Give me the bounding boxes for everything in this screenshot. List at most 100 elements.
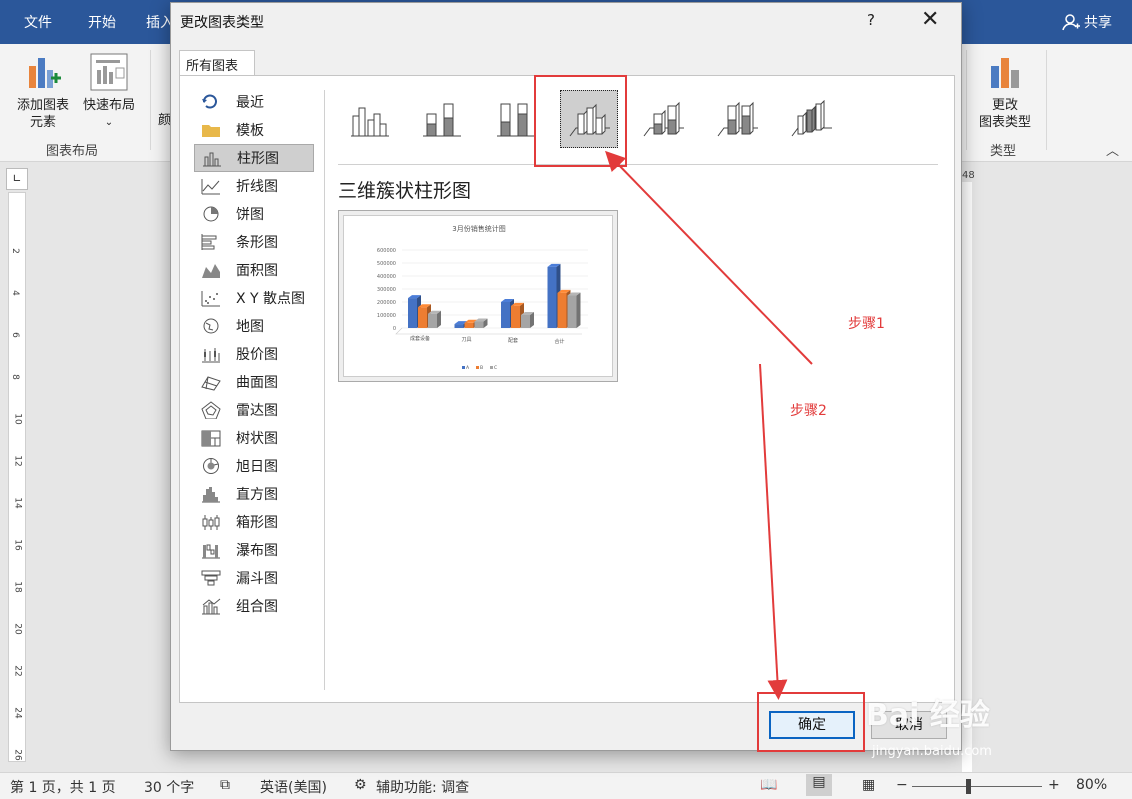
line-chart-icon xyxy=(201,179,220,195)
preview-chart-title: 3月份销售统计图 xyxy=(452,224,505,233)
preview-ytick: 600000 xyxy=(377,248,396,254)
step2-label: 步骤2 xyxy=(790,403,827,419)
sunburst-chart-icon xyxy=(203,458,219,474)
zoom-in-icon[interactable]: + xyxy=(1048,777,1060,793)
subtype-3d-column[interactable] xyxy=(782,90,840,148)
person-icon xyxy=(1062,14,1080,31)
category-label: 柱形图 xyxy=(237,151,279,167)
print-layout-icon[interactable]: ▤ xyxy=(806,774,832,796)
preview-legend-swatch xyxy=(476,366,479,369)
quick-layout-button[interactable]: 快速布局 ⌄ xyxy=(76,52,142,131)
preview-category-label: 配套 xyxy=(508,337,518,344)
category-item-radar-chart[interactable]: 雷达图 xyxy=(194,396,314,424)
chart-subtype-name: 三维簇状柱形图 xyxy=(338,180,472,202)
document-area-right: 48 xyxy=(962,162,1132,772)
share-button[interactable]: 共享 xyxy=(1062,12,1112,32)
menu-file[interactable]: 文件 xyxy=(24,12,52,32)
category-item-folder[interactable]: 模板 xyxy=(194,116,314,144)
preview-ytick: 100000 xyxy=(377,313,396,319)
category-item-sunburst-chart[interactable]: 旭日图 xyxy=(194,452,314,480)
ruler-number: 4 xyxy=(9,290,20,296)
close-icon[interactable]: ✕ xyxy=(921,7,939,32)
tab-selector[interactable]: ∟ xyxy=(6,168,28,190)
right-ruler-number: 48 xyxy=(962,170,975,181)
3d-clustered-column-icon xyxy=(569,103,610,137)
menu-home[interactable]: 开始 xyxy=(88,12,116,32)
preview-legend-label: C xyxy=(494,365,497,371)
preview-category-label: 刀具 xyxy=(461,337,471,343)
category-item-box-chart[interactable]: 箱形图 xyxy=(194,508,314,536)
category-item-histogram-chart[interactable]: 直方图 xyxy=(194,480,314,508)
status-page[interactable]: 第 1 页，共 1 页 xyxy=(10,777,116,797)
preview-chart-svg: 3月份销售统计图 600000 500000 400000 300000 200000 1… xyxy=(377,224,588,371)
category-item-area-chart[interactable]: 面积图 xyxy=(194,256,314,284)
category-item-column-chart[interactable]: 柱形图 xyxy=(194,144,314,172)
web-layout-icon[interactable]: ▦ xyxy=(862,777,875,793)
category-label: 模板 xyxy=(236,123,264,139)
ok-button[interactable]: 确定 xyxy=(769,711,855,739)
box-chart-icon xyxy=(202,515,220,530)
read-mode-icon[interactable]: 📖 xyxy=(760,777,777,793)
add-chart-element-button[interactable]: 添加图表 元素 xyxy=(10,52,76,131)
zoom-level[interactable]: 80% xyxy=(1076,777,1107,793)
ruler-number: 12 xyxy=(12,455,23,467)
status-language[interactable]: 英语(美国) xyxy=(260,777,327,797)
tab-all-charts[interactable]: 所有图表 xyxy=(179,50,255,76)
pie-chart-icon xyxy=(203,206,219,222)
category-label: 饼图 xyxy=(236,207,264,223)
category-label: 漏斗图 xyxy=(236,571,278,587)
category-item-treemap-chart[interactable]: 树状图 xyxy=(194,424,314,452)
category-label: 曲面图 xyxy=(236,375,278,391)
category-item-recent[interactable]: 最近 xyxy=(194,88,314,116)
chart-preview[interactable]: 3月份销售统计图 600000 500000 400000 300000 200000 1… xyxy=(338,210,618,382)
subtype-3d-stacked-column[interactable] xyxy=(634,90,692,148)
change-chart-type-button[interactable]: 更改 图表类型 xyxy=(972,52,1038,131)
category-item-line-chart[interactable]: 折线图 xyxy=(194,172,314,200)
histogram-chart-icon xyxy=(202,487,220,503)
help-icon[interactable]: ? xyxy=(867,11,875,29)
group-type: 类型 xyxy=(990,144,1017,159)
add-chart-element-label-2: 元素 xyxy=(29,115,56,130)
step1-label: 步骤1 xyxy=(848,316,885,332)
accessibility-icon[interactable]: ⚙ xyxy=(354,777,367,793)
subtype-3d-100-stacked-column[interactable] xyxy=(708,90,766,148)
preview-legend-label: A xyxy=(466,365,470,371)
collapse-ribbon-icon[interactable]: ︿ xyxy=(1106,140,1119,159)
category-item-bar-chart[interactable]: 条形图 xyxy=(194,228,314,256)
preview-ytick: 300000 xyxy=(377,287,396,293)
category-item-map-chart[interactable]: 地图 xyxy=(194,312,314,340)
subtype-clustered-column[interactable] xyxy=(340,90,398,148)
category-label: 雷达图 xyxy=(236,403,278,419)
zoom-slider-thumb[interactable] xyxy=(966,779,971,794)
zoom-out-icon[interactable]: − xyxy=(896,777,908,793)
vertical-ruler: ∟ 2 4 6 8 10 12 14 16 18 20 22 24 26 xyxy=(0,162,30,772)
zoom-slider[interactable] xyxy=(912,786,1042,787)
category-item-stock-chart[interactable]: 股价图 xyxy=(194,340,314,368)
category-label: 地图 xyxy=(236,319,264,335)
proofing-icon[interactable]: ⧉ xyxy=(220,777,230,793)
category-item-waterfall-chart[interactable]: 瀑布图 xyxy=(194,536,314,564)
category-item-surface-chart[interactable]: 曲面图 xyxy=(194,368,314,396)
category-item-scatter-chart[interactable]: X Y 散点图 xyxy=(194,284,314,312)
category-item-pie-chart[interactable]: 饼图 xyxy=(194,200,314,228)
subtype-3d-clustered-column[interactable] xyxy=(560,90,618,148)
share-label: 共享 xyxy=(1084,15,1112,31)
category-item-funnel-chart[interactable]: 漏斗图 xyxy=(194,564,314,592)
ruler-number: 6 xyxy=(9,332,20,338)
preview-bar-C-2 xyxy=(521,312,534,328)
category-label: 股价图 xyxy=(236,347,278,363)
chart-category-list: 最近模板柱形图折线图饼图条形图面积图 X Y 散点图地图股价图曲面图雷达图树状图旭… xyxy=(194,88,314,620)
baidu-watermark-url: jingyan.baidu.com xyxy=(872,744,992,759)
chart-subtype-row xyxy=(340,90,940,154)
surface-chart-icon xyxy=(201,376,221,391)
category-item-combo-chart[interactable]: 组合图 xyxy=(194,592,314,620)
category-label: 条形图 xyxy=(236,235,278,251)
combo-chart-icon xyxy=(202,598,221,615)
subtype-stacked-column[interactable] xyxy=(412,90,470,148)
stock-chart-icon xyxy=(202,348,220,363)
status-accessibility[interactable]: 辅助功能: 调查 xyxy=(376,777,469,797)
recent-icon xyxy=(202,94,217,109)
status-words[interactable]: 30 个字 xyxy=(144,777,194,797)
subtype-100-stacked-column[interactable] xyxy=(486,90,544,148)
add-chart-element-label-1: 添加图表 xyxy=(16,98,69,113)
